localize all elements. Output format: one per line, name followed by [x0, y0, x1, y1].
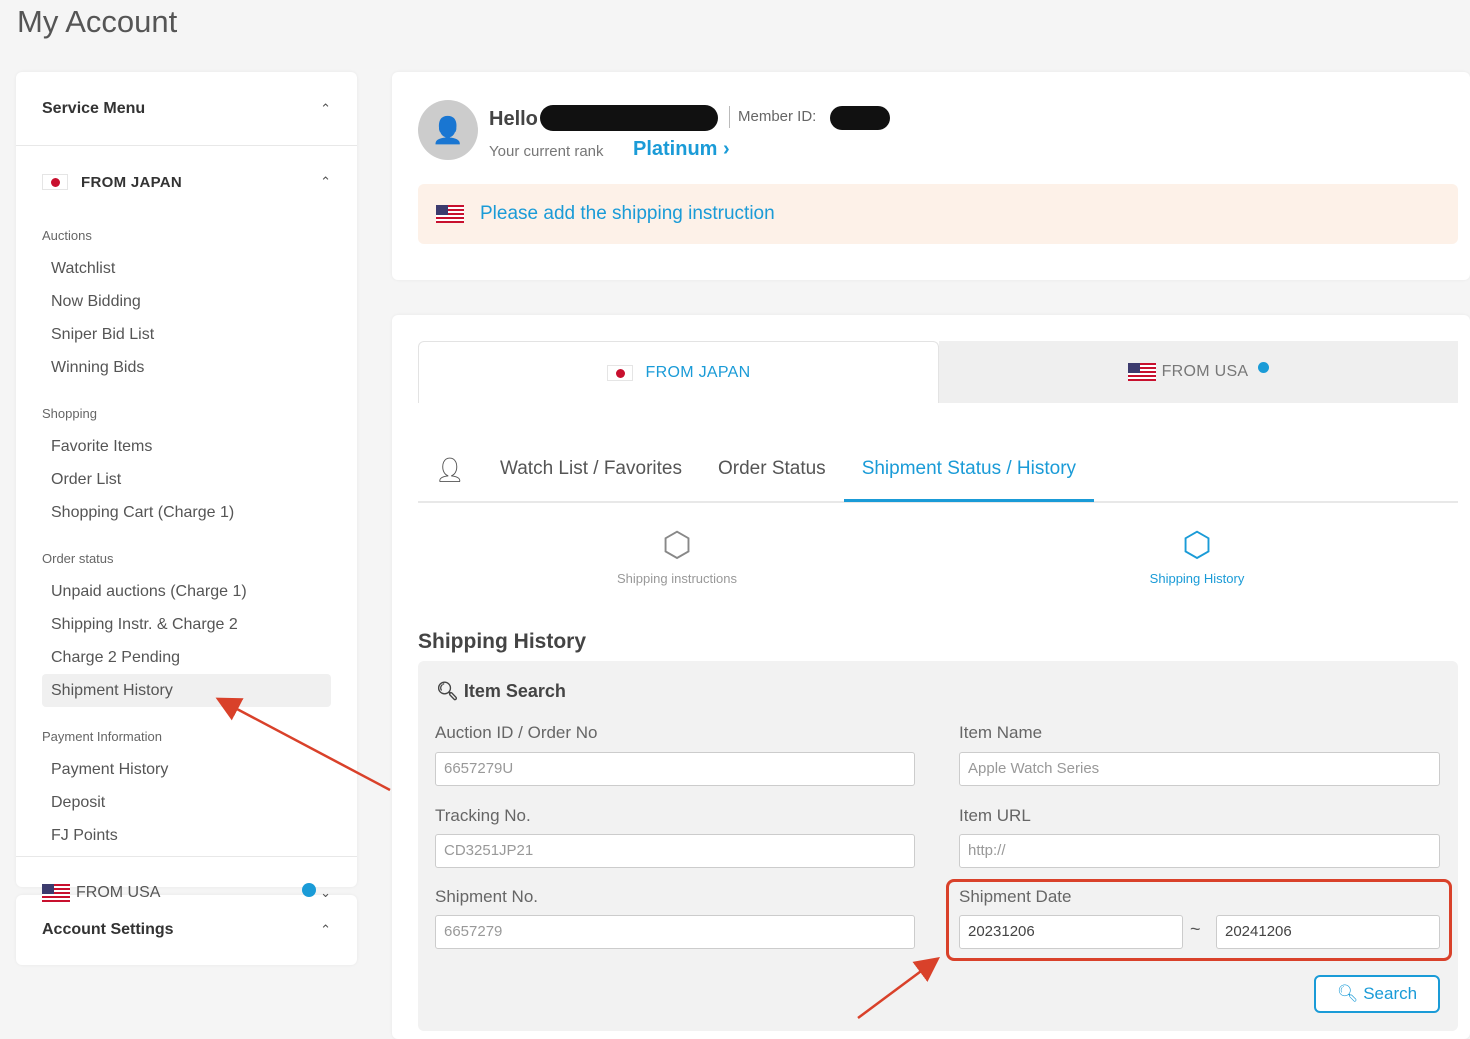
- country-tabs: FROM JAPAN FROM USA: [418, 341, 1458, 403]
- tab-from-usa-label: FROM USA: [1161, 363, 1249, 380]
- greeting: Hello: [489, 108, 538, 130]
- shipment-no-label: Shipment No.: [435, 887, 538, 906]
- item-search-title: 🔍︎ Item Search: [436, 681, 566, 701]
- phase-label: Shipping instructions: [617, 571, 737, 586]
- person-icon[interactable]: 👤︎: [418, 456, 482, 485]
- rank-value: Platinum: [633, 138, 718, 160]
- chevron-right-icon: ›: [723, 138, 730, 160]
- tracking-no-label: Tracking No.: [435, 806, 531, 825]
- sidebar-item-payment-history[interactable]: Payment History: [42, 753, 331, 786]
- search-icon: 🔍︎: [436, 681, 459, 701]
- group-label-auctions: Auctions: [42, 228, 92, 243]
- item-name-input[interactable]: Apple Watch Series: [959, 752, 1440, 786]
- sidebar-item-fj-points[interactable]: FJ Points: [42, 819, 331, 852]
- box-check-icon: ⬡: [1182, 526, 1212, 564]
- profile-card: 👤 Hello Member ID: Your current rank Pla…: [392, 72, 1470, 280]
- redacted-member-id: [830, 106, 890, 130]
- sidebar-item-shipment-history[interactable]: Shipment History: [42, 674, 331, 707]
- service-menu-card: Service Menu ⌃ FROM JAPAN ⌃ Auctions Wat…: [16, 72, 357, 902]
- section-title: Shipping History: [418, 630, 586, 653]
- chevron-down-icon[interactable]: ⌄: [316, 885, 331, 900]
- usa-flag-icon: [1127, 363, 1156, 381]
- tab-shipment-status-history[interactable]: Shipment Status / History: [843, 439, 1095, 502]
- search-button-label: Search: [1363, 984, 1418, 1003]
- sidebar-item-shipping-instr[interactable]: Shipping Instr. & Charge 2: [42, 608, 331, 641]
- japan-flag-icon: [606, 364, 633, 381]
- search-icon: 🔍︎: [1336, 984, 1359, 1003]
- item-url-label: Item URL: [959, 806, 1031, 825]
- item-url-input[interactable]: http://: [959, 834, 1440, 868]
- auction-id-input[interactable]: 6657279U: [435, 752, 915, 786]
- service-menu-title: Service Menu: [42, 99, 146, 117]
- item-search-panel: 🔍︎ Item Search Auction ID / Order No 665…: [418, 661, 1458, 1031]
- group-label-payment-information: Payment Information: [42, 729, 162, 744]
- sidebar-item-order-list[interactable]: Order List: [42, 463, 331, 496]
- service-menu-header[interactable]: Service Menu ⌃: [16, 72, 357, 146]
- rank-link[interactable]: Platinum ›: [633, 138, 730, 161]
- sidebar-item-unpaid-auctions[interactable]: Unpaid auctions (Charge 1): [42, 575, 331, 608]
- box-icon: ⬡: [662, 526, 692, 564]
- sidebar-item-deposit[interactable]: Deposit: [42, 786, 331, 819]
- avatar-icon: 👤: [418, 100, 478, 160]
- sidebar-item-shopping-cart[interactable]: Shopping Cart (Charge 1): [42, 496, 331, 529]
- sidebar-item-favorite-items[interactable]: Favorite Items: [42, 430, 331, 463]
- shipment-date-highlight: [946, 879, 1452, 961]
- phase-shipping-instructions[interactable]: ⬡ Shipping instructions: [577, 525, 777, 586]
- from-japan-header[interactable]: FROM JAPAN ⌃: [42, 146, 331, 218]
- group-label-shopping: Shopping: [42, 406, 97, 421]
- from-usa-label: FROM USA: [76, 883, 161, 901]
- member-id-label: Member ID:: [738, 108, 817, 125]
- divider: [729, 106, 730, 128]
- japan-flag-icon: [42, 174, 68, 190]
- page-title: My Account: [17, 4, 178, 39]
- usa-flag-icon: [42, 883, 70, 902]
- shipment-no-input[interactable]: 6657279: [435, 915, 915, 949]
- sidebar-item-watchlist[interactable]: Watchlist: [42, 252, 331, 285]
- sub-tabs: 👤︎ Watch List / Favorites Order Status S…: [418, 440, 1458, 503]
- phase-label: Shipping History: [1149, 571, 1245, 586]
- shipping-instruction-notice[interactable]: Please add the shipping instruction: [418, 184, 1458, 244]
- rank-label: Your current rank: [489, 143, 604, 160]
- sidebar-item-sniper-bid-list[interactable]: Sniper Bid List: [42, 318, 331, 351]
- usa-flag-icon: [436, 205, 464, 223]
- sidebar-item-charge2-pending[interactable]: Charge 2 Pending: [42, 641, 331, 674]
- notification-dot-icon: [1258, 361, 1270, 373]
- tab-from-japan[interactable]: FROM JAPAN: [418, 341, 939, 403]
- tab-watch-list-favorites[interactable]: Watch List / Favorites: [482, 439, 700, 502]
- sidebar-item-winning-bids[interactable]: Winning Bids: [42, 351, 331, 384]
- chevron-up-icon[interactable]: ⌃: [320, 174, 331, 190]
- account-settings-header[interactable]: Account Settings ⌃: [16, 895, 357, 965]
- search-button[interactable]: 🔍︎ Search: [1314, 975, 1440, 1013]
- chevron-up-icon[interactable]: ⌃: [320, 922, 331, 938]
- notification-dot-icon: [302, 883, 317, 897]
- chevron-up-icon[interactable]: ⌃: [320, 101, 331, 117]
- auction-id-label: Auction ID / Order No: [435, 723, 598, 742]
- item-name-label: Item Name: [959, 723, 1043, 742]
- account-settings-title: Account Settings: [42, 921, 174, 938]
- phase-shipping-history[interactable]: ⬡ Shipping History: [1097, 525, 1297, 586]
- notice-text[interactable]: Please add the shipping instruction: [480, 203, 775, 225]
- tab-order-status[interactable]: Order Status: [700, 439, 844, 502]
- sidebar: Service Menu ⌃ FROM JAPAN ⌃ Auctions Wat…: [16, 72, 357, 965]
- group-label-order-status: Order status: [42, 551, 114, 566]
- tracking-no-input[interactable]: CD3251JP21: [435, 834, 915, 868]
- sidebar-item-now-bidding[interactable]: Now Bidding: [42, 285, 331, 318]
- tab-from-usa[interactable]: FROM USA: [939, 341, 1458, 403]
- from-japan-label: FROM JAPAN: [81, 173, 183, 191]
- tab-from-japan-label: FROM JAPAN: [645, 363, 751, 381]
- redacted-username: [540, 105, 718, 131]
